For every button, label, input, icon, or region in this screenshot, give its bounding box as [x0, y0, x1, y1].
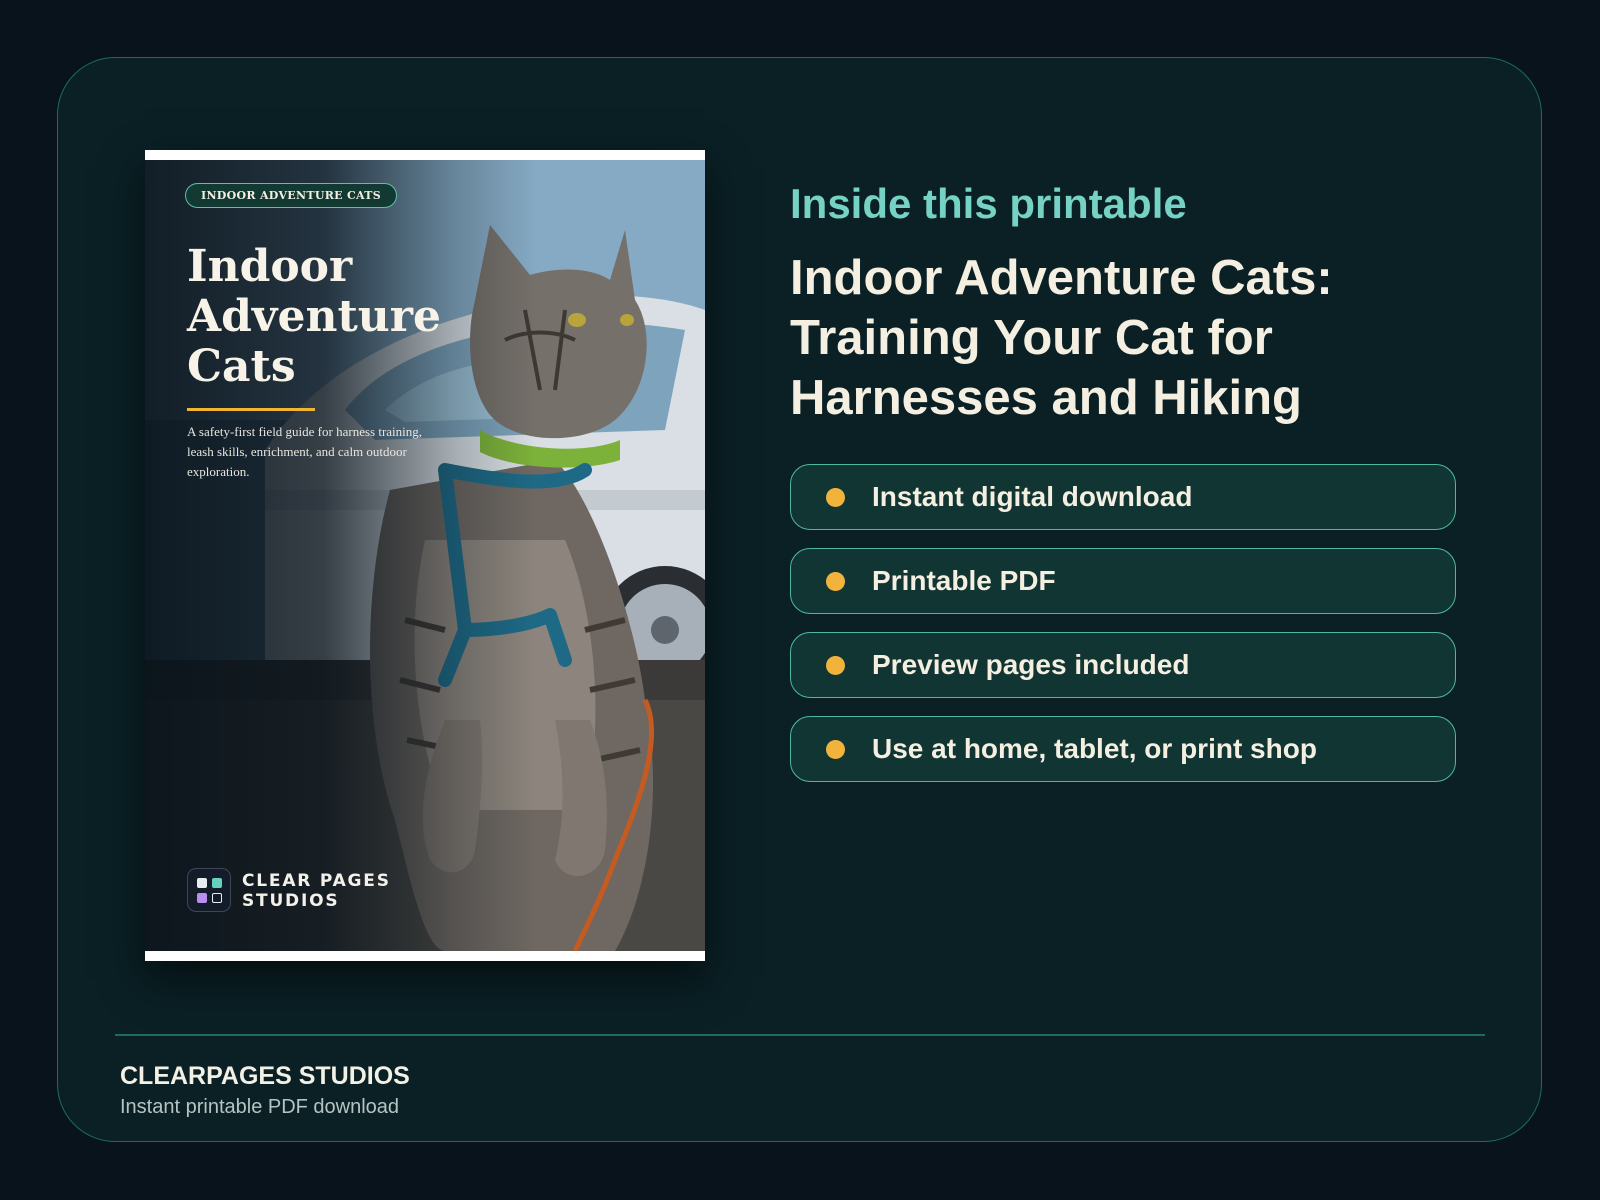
feature-label: Use at home, tablet, or print shop: [872, 733, 1317, 764]
product-title: Indoor Adventure Cats: Training Your Cat…: [790, 251, 1333, 425]
bullet-dot-icon: [826, 656, 845, 675]
feature-label: Printable PDF: [872, 565, 1056, 596]
footer-tagline: Instant printable PDF download: [120, 1096, 400, 1118]
footer-brand: CLEARPAGES STUDIOS: [120, 1062, 410, 1090]
section-eyebrow: Inside this printable: [790, 180, 1187, 227]
feature-label: Instant digital download: [872, 481, 1193, 512]
book-cover[interactable]: INDOOR ADVENTURE CATS Indoor Adventure C…: [145, 150, 705, 961]
feature-list: Instant digital download Printable PDF P…: [790, 464, 1456, 800]
cover-publisher: CLEAR PAGES STUDIOS: [242, 871, 391, 911]
clear-pages-logo-icon: [187, 868, 231, 912]
feature-item: Use at home, tablet, or print shop: [790, 716, 1456, 782]
bullet-dot-icon: [826, 740, 845, 759]
feature-item: Instant digital download: [790, 464, 1456, 530]
feature-item: Printable PDF: [790, 548, 1456, 614]
bullet-dot-icon: [826, 488, 845, 507]
cover-accent-rule: [187, 408, 315, 411]
cover-subtitle: A safety-first field guide for harness t…: [187, 424, 423, 479]
cover-badge: INDOOR ADVENTURE CATS: [185, 183, 397, 208]
bullet-dot-icon: [826, 572, 845, 591]
cover-photo: INDOOR ADVENTURE CATS Indoor Adventure C…: [145, 160, 705, 951]
feature-item: Preview pages included: [790, 632, 1456, 698]
feature-label: Preview pages included: [872, 649, 1190, 680]
footer-divider: [115, 1034, 1485, 1036]
cover-title: Indoor Adventure Cats: [187, 241, 441, 392]
